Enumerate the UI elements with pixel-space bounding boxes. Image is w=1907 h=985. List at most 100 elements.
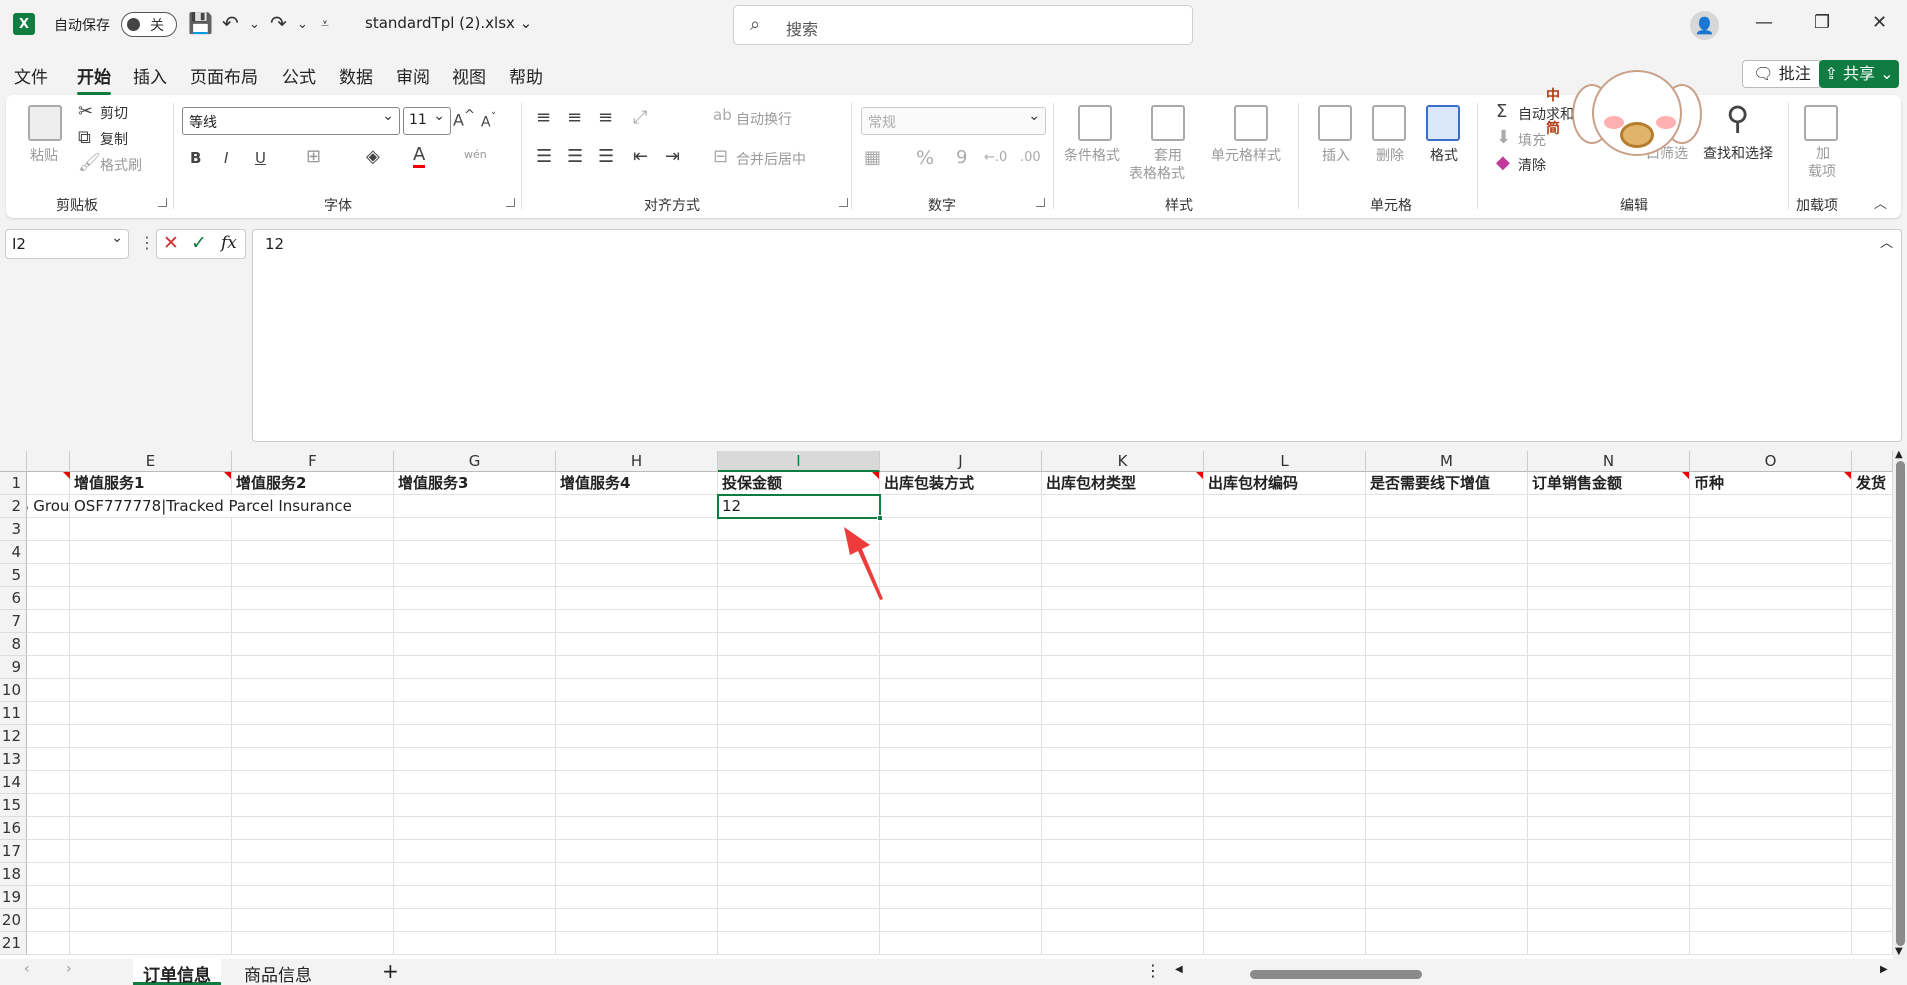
row-header[interactable]: 15: [0, 794, 27, 817]
fill-button[interactable]: 填充: [1518, 130, 1546, 150]
cell[interactable]: [27, 587, 70, 610]
cell[interactable]: [718, 909, 880, 932]
cell[interactable]: [880, 863, 1042, 886]
comment-indicator-icon[interactable]: [1196, 472, 1203, 479]
cell[interactable]: [718, 702, 880, 725]
cell[interactable]: [1204, 564, 1366, 587]
row-header[interactable]: 7: [0, 610, 27, 633]
cell[interactable]: [556, 541, 718, 564]
cell[interactable]: [556, 656, 718, 679]
cell[interactable]: [1690, 909, 1852, 932]
sheet-tab-products[interactable]: 商品信息: [234, 959, 322, 985]
cell[interactable]: [1690, 794, 1852, 817]
cell[interactable]: [1042, 794, 1204, 817]
row-header[interactable]: 1: [0, 472, 27, 495]
tab-data[interactable]: 数据: [339, 63, 373, 88]
cell[interactable]: [1204, 679, 1366, 702]
cell[interactable]: [556, 587, 718, 610]
cell[interactable]: [1366, 840, 1528, 863]
alignment-launcher-icon[interactable]: [839, 198, 848, 207]
italic-icon[interactable]: I: [224, 149, 228, 167]
more-options-icon[interactable]: ⋮: [139, 233, 155, 252]
cell[interactable]: [880, 587, 1042, 610]
cell[interactable]: [1204, 633, 1366, 656]
column-header-i[interactable]: I: [718, 451, 880, 472]
file-name[interactable]: standardTpl (2).xlsx ⌄: [365, 14, 532, 32]
align-left-icon[interactable]: ☰: [536, 146, 552, 167]
cell[interactable]: [394, 817, 556, 840]
merge-center-icon[interactable]: ⊟: [713, 146, 728, 167]
cell[interactable]: [27, 817, 70, 840]
cell[interactable]: [1204, 541, 1366, 564]
cell-d2[interactable]: S Grou: [27, 495, 70, 518]
cell[interactable]: [718, 771, 880, 794]
cell[interactable]: [1690, 702, 1852, 725]
copy-icon[interactable]: ⧉: [78, 127, 91, 148]
clear-button[interactable]: 清除: [1518, 155, 1546, 175]
cell[interactable]: [394, 771, 556, 794]
cell[interactable]: [1366, 633, 1528, 656]
cell[interactable]: [232, 909, 394, 932]
comment-indicator-icon[interactable]: [1682, 472, 1689, 479]
cell[interactable]: [70, 840, 232, 863]
cell[interactable]: [70, 679, 232, 702]
cell[interactable]: [394, 932, 556, 955]
cell[interactable]: [1690, 518, 1852, 541]
format-painter-button[interactable]: 格式刷: [100, 155, 142, 175]
cell[interactable]: [1528, 610, 1690, 633]
cell[interactable]: [880, 794, 1042, 817]
cell[interactable]: [718, 725, 880, 748]
cell[interactable]: [1528, 702, 1690, 725]
cell[interactable]: [394, 909, 556, 932]
font-name-select[interactable]: 等线: [182, 107, 400, 135]
cell[interactable]: [1366, 817, 1528, 840]
cell[interactable]: [27, 794, 70, 817]
cell[interactable]: [1852, 495, 1893, 518]
column-header-o[interactable]: O: [1690, 451, 1852, 472]
cell[interactable]: [556, 702, 718, 725]
horizontal-scroll-thumb[interactable]: [1250, 970, 1422, 979]
percent-icon[interactable]: %: [916, 147, 934, 169]
borders-icon[interactable]: ⊞: [306, 146, 321, 167]
cell[interactable]: [1528, 679, 1690, 702]
cell[interactable]: [1204, 863, 1366, 886]
cell[interactable]: [1852, 886, 1893, 909]
cell[interactable]: [556, 518, 718, 541]
cell[interactable]: [1366, 679, 1528, 702]
share-button[interactable]: ⇪ 共享 ⌄: [1819, 60, 1899, 88]
row-header[interactable]: 3: [0, 518, 27, 541]
cell[interactable]: [232, 748, 394, 771]
cell[interactable]: [1204, 656, 1366, 679]
cell[interactable]: [27, 541, 70, 564]
cell[interactable]: [1204, 702, 1366, 725]
row-header[interactable]: 10: [0, 679, 27, 702]
comments-button[interactable]: 🗨 批注: [1742, 60, 1822, 88]
cell[interactable]: [70, 541, 232, 564]
row-header[interactable]: 11: [0, 702, 27, 725]
find-select-button[interactable]: 查找和选择: [1703, 143, 1773, 163]
cell[interactable]: [70, 656, 232, 679]
cell[interactable]: [70, 587, 232, 610]
scroll-up-icon[interactable]: ▲: [1895, 449, 1903, 460]
add-sheet-icon[interactable]: +: [382, 959, 399, 983]
insert-cells-icon[interactable]: [1318, 105, 1352, 141]
cell[interactable]: [1204, 748, 1366, 771]
cell[interactable]: [880, 840, 1042, 863]
cell[interactable]: [1852, 771, 1893, 794]
column-header-m[interactable]: M: [1366, 451, 1528, 472]
cell[interactable]: [1690, 725, 1852, 748]
cell-styles-button[interactable]: 单元格样式: [1211, 145, 1281, 165]
decrease-decimal-icon[interactable]: .00: [1020, 150, 1041, 165]
cell[interactable]: [394, 656, 556, 679]
cell[interactable]: [1528, 587, 1690, 610]
cell[interactable]: [1852, 518, 1893, 541]
column-header-l[interactable]: L: [1204, 451, 1366, 472]
cell[interactable]: [1366, 587, 1528, 610]
phonetic-icon[interactable]: wén: [464, 148, 487, 161]
cell[interactable]: [27, 656, 70, 679]
cell[interactable]: [1042, 748, 1204, 771]
cell[interactable]: [1204, 932, 1366, 955]
increase-font-icon[interactable]: A^: [453, 108, 475, 129]
clear-icon[interactable]: ◆: [1496, 152, 1510, 173]
cell[interactable]: [1366, 495, 1528, 518]
